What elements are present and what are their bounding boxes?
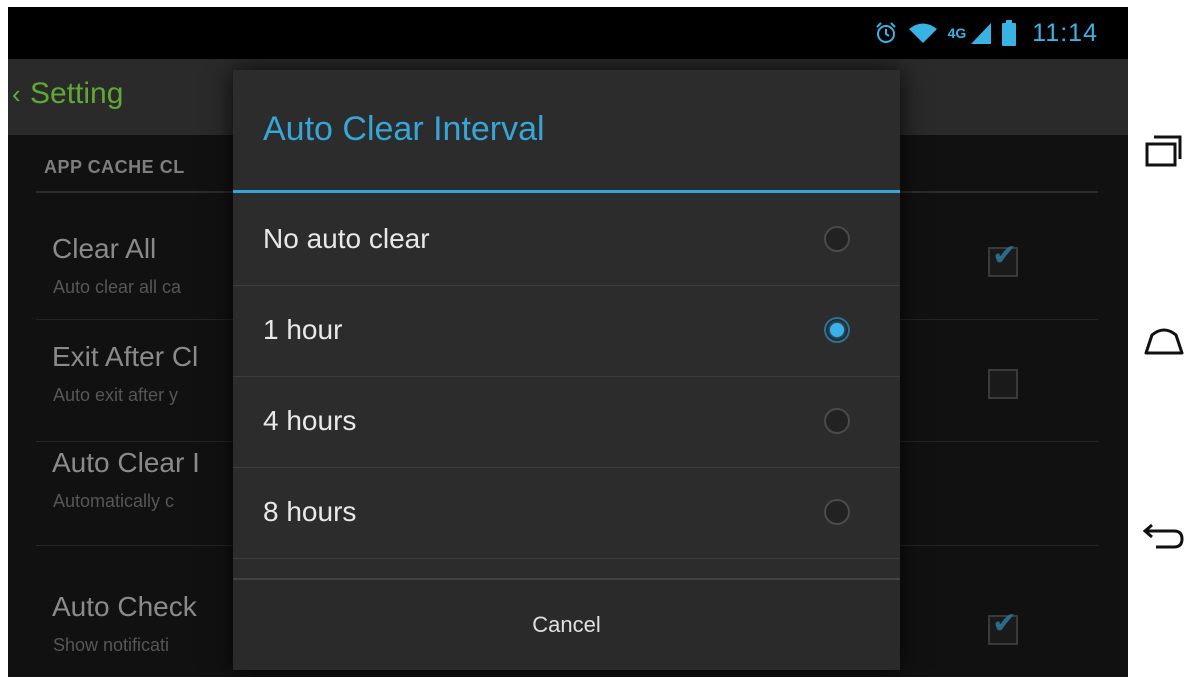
network-type-label: 4G	[947, 25, 967, 41]
option-label: 8 hours	[263, 496, 357, 527]
radio-button[interactable]	[824, 499, 850, 525]
radio-button-selected[interactable]	[824, 317, 850, 343]
recent-apps-icon[interactable]	[1136, 126, 1192, 176]
option-divider	[233, 558, 900, 559]
dialog-title: Auto Clear Interval	[263, 110, 545, 148]
radio-button[interactable]	[824, 408, 850, 434]
device-screen: 4G 11:14 ‹ Setting APP CACHE CL Clear Al…	[0, 0, 1199, 677]
option-label: 4 hours	[263, 405, 357, 436]
up-caret-icon[interactable]: ‹	[12, 79, 21, 110]
dialog-title-divider	[233, 190, 900, 193]
dialog-button-bar: Cancel	[233, 578, 900, 670]
checkbox-checked[interactable]: ✔	[988, 241, 1018, 277]
pref-title: Clear All	[52, 233, 157, 264]
option-no-auto-clear[interactable]: No auto clear	[233, 195, 900, 285]
checkbox-checked[interactable]: ✔	[988, 609, 1018, 645]
pref-title: Auto Clear I	[52, 447, 200, 478]
action-bar-title[interactable]: Setting	[30, 77, 123, 111]
status-clock: 11:14	[1032, 18, 1098, 47]
back-icon[interactable]	[1136, 510, 1192, 560]
option-label: No auto clear	[263, 223, 430, 254]
option-1-hour[interactable]: 1 hour	[233, 286, 900, 376]
option-label: 1 hour	[263, 314, 343, 345]
signal-icon	[970, 21, 992, 45]
pref-summary: Show notificati	[53, 635, 170, 655]
cancel-button[interactable]: Cancel	[233, 580, 900, 670]
checkmark-icon: ✔	[992, 239, 1018, 272]
checkmark-icon: ✔	[992, 607, 1018, 640]
option-8-hours[interactable]: 8 hours	[233, 468, 900, 558]
radio-button[interactable]	[824, 226, 850, 252]
auto-clear-interval-dialog: Auto Clear Interval No auto clear 1 hour…	[233, 70, 900, 670]
pref-summary: Auto clear all ca	[53, 277, 182, 297]
option-4-hours[interactable]: 4 hours	[233, 377, 900, 467]
status-bar: 4G 11:14	[8, 7, 1128, 59]
section-header: APP CACHE CL	[44, 157, 185, 177]
wifi-icon	[908, 21, 938, 45]
pref-summary: Automatically c	[53, 491, 175, 511]
navigation-bar	[1128, 0, 1199, 677]
status-icons: 4G 11:14	[874, 15, 1098, 51]
alarm-icon	[874, 21, 898, 45]
home-icon[interactable]	[1136, 316, 1192, 366]
pref-summary: Auto exit after y	[53, 385, 179, 405]
battery-icon	[1002, 20, 1017, 46]
pref-title: Exit After Cl	[52, 341, 199, 372]
pref-title: Auto Check	[52, 591, 197, 622]
checkbox-unchecked[interactable]	[988, 369, 1018, 399]
